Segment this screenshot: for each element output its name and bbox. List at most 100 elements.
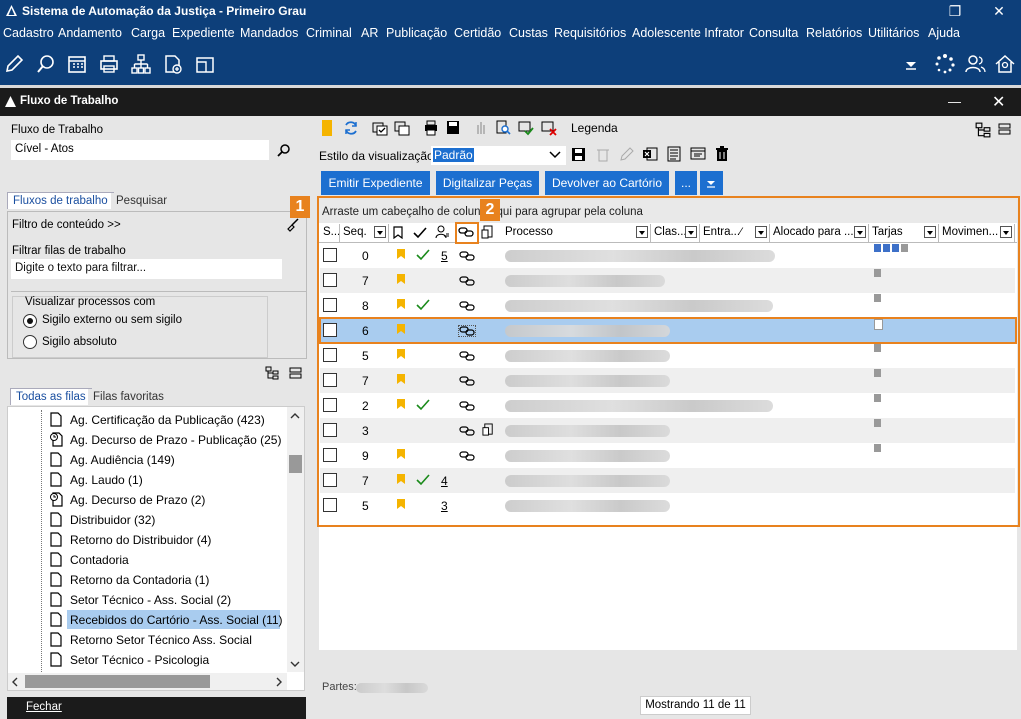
menu-consulta[interactable]: Consulta — [749, 26, 798, 40]
scroll-down-icon[interactable] — [290, 660, 300, 668]
panel-minimize-button[interactable]: — — [948, 94, 961, 109]
queue-item[interactable]: Ag. Decurso de Prazo - Publicação (25) — [70, 433, 281, 447]
emitir-expediente-button[interactable]: Emitir Expediente — [321, 171, 430, 195]
check-doc-icon[interactable] — [518, 119, 534, 136]
visualizar-label: Visualizar processos com — [25, 296, 156, 308]
menu-andamento[interactable]: Andamento — [58, 26, 122, 40]
filtro-conteudo-toggle[interactable]: Filtro de conteúdo >> — [12, 219, 121, 231]
highlight-grid-box — [317, 196, 1020, 527]
excel-export-icon[interactable] — [642, 146, 658, 162]
menu-ar[interactable]: AR — [361, 26, 378, 40]
radio-sigilo-absoluto[interactable] — [23, 335, 37, 349]
more-actions-button[interactable]: ... — [675, 171, 697, 195]
queue-item[interactable]: Setor Técnico - Psicologia — [70, 653, 209, 667]
actions-dropdown-button[interactable] — [700, 171, 723, 195]
tab-todas-as-filas[interactable]: Todas as filas — [10, 388, 92, 405]
menu-custas[interactable]: Custas — [509, 26, 548, 40]
estilo-select[interactable]: Padrão — [431, 146, 566, 165]
fluxo-field[interactable]: Cível - Atos — [11, 140, 269, 160]
check-windows-icon[interactable] — [372, 120, 388, 136]
queue-item[interactable]: Distribuidor (32) — [70, 513, 155, 527]
tab-filas-favoritas[interactable]: Filas favoritas — [88, 389, 169, 405]
scroll-up-icon[interactable] — [290, 412, 300, 420]
save-icon[interactable] — [571, 147, 586, 162]
queue-item[interactable]: Ag. Laudo (1) — [70, 473, 143, 487]
app-logo-icon — [6, 5, 17, 16]
digitalizar-pecas-button[interactable]: Digitalizar Peças — [436, 171, 539, 195]
horizontal-scrollbar-thumb[interactable] — [25, 675, 210, 688]
calendar-icon[interactable] — [66, 53, 88, 75]
queue-item[interactable]: Retorno do Distribuidor (4) — [70, 533, 211, 547]
annotation-badge-1: 1 — [290, 196, 310, 218]
expand-tree-icon[interactable] — [975, 122, 991, 138]
menu-requisitorios[interactable]: Requisitórios — [554, 26, 626, 40]
search-document-icon[interactable] — [35, 53, 57, 75]
legenda-label[interactable]: Legenda — [571, 121, 618, 135]
menu-adolescente-infrator[interactable]: Adolescente Infrator — [632, 26, 744, 40]
edit-pencil-icon[interactable] — [3, 53, 25, 75]
document-icon — [50, 592, 62, 607]
trash-icon[interactable] — [715, 146, 729, 162]
users-icon[interactable] — [964, 53, 986, 75]
collapse-tree-icon[interactable] — [289, 367, 302, 379]
vertical-scrollbar[interactable] — [287, 407, 304, 672]
menu-utilitarios[interactable]: Utilitários — [868, 26, 919, 40]
menu-certidao[interactable]: Certidão — [454, 26, 501, 40]
windows-icon[interactable] — [394, 120, 410, 136]
radio-sigilo-externo[interactable] — [23, 314, 37, 328]
search-doc-icon[interactable] — [495, 119, 511, 136]
printer-icon[interactable] — [98, 53, 120, 75]
menu-criminal[interactable]: Criminal — [306, 26, 352, 40]
document-lines-icon[interactable] — [667, 146, 681, 162]
home-user-icon[interactable] — [994, 53, 1016, 75]
scroll-left-icon[interactable] — [11, 677, 19, 687]
workflow-panel-header: Fluxo de Trabalho — ✕ — [0, 88, 1021, 116]
queue-item-selected[interactable]: Recebidos do Cartório - Ass. Social (11) — [70, 613, 283, 627]
expand-tree-icon[interactable] — [265, 366, 279, 380]
window-export-icon[interactable] — [690, 146, 706, 162]
search-icon[interactable] — [277, 143, 291, 157]
pencil-disabled-icon — [620, 147, 634, 161]
tab-pesquisar[interactable]: Pesquisar — [111, 193, 173, 209]
menu-mandados[interactable]: Mandados — [240, 26, 298, 40]
window-close-button[interactable]: ✕ — [976, 0, 1021, 23]
panel-close-button[interactable]: ✕ — [992, 92, 1005, 112]
close-button[interactable]: Fechar — [7, 697, 306, 719]
broom-icon[interactable] — [286, 218, 300, 232]
cancel-doc-icon[interactable] — [541, 119, 557, 136]
save-stack-icon[interactable] — [445, 119, 461, 136]
menu-cadastro[interactable]: Cadastro — [3, 26, 54, 40]
menu-expediente[interactable]: Expediente — [172, 26, 235, 40]
queue-item[interactable]: Retorno da Contadoria (1) — [70, 573, 209, 587]
vertical-scrollbar-thumb[interactable] — [289, 455, 302, 473]
dropdown-arrow-icon[interactable] — [900, 53, 922, 75]
clock-document-icon — [50, 432, 63, 447]
menu-ajuda[interactable]: Ajuda — [928, 26, 960, 40]
org-chart-icon[interactable] — [130, 53, 152, 75]
folder-building-icon[interactable] — [194, 53, 216, 75]
estilo-select-value: Padrão — [433, 148, 474, 162]
refresh-icon[interactable] — [343, 120, 359, 136]
queue-item[interactable]: Ag. Certificação da Publicação (423) — [70, 413, 265, 427]
queue-item[interactable]: Ag. Decurso de Prazo (2) — [70, 493, 205, 507]
collapse-tree-icon[interactable] — [998, 123, 1011, 135]
menu-publicacao[interactable]: Publicação — [386, 26, 447, 40]
queue-item[interactable]: Ag. Audiência (149) — [70, 453, 175, 467]
partes-value-redacted — [356, 683, 428, 693]
radio-sigilo-absoluto-label: Sigilo absoluto — [42, 336, 117, 348]
queue-item[interactable]: Contadoria — [70, 553, 129, 567]
filtrar-filas-label: Filtrar filas de trabalho — [12, 245, 126, 257]
devolver-cartorio-button[interactable]: Devolver ao Cartório — [545, 171, 669, 195]
menu-carga[interactable]: Carga — [131, 26, 165, 40]
print-lock-icon[interactable] — [423, 119, 439, 136]
status-count: Mostrando 11 de 11 — [640, 696, 751, 715]
filtrar-filas-input[interactable]: Digite o texto para filtrar... — [11, 259, 282, 279]
restore-button[interactable]: ❐ — [932, 0, 978, 23]
flag-yellow-icon[interactable] — [322, 120, 332, 136]
queue-item[interactable]: Setor Técnico - Ass. Social (2) — [70, 593, 231, 607]
scroll-right-icon[interactable] — [275, 677, 283, 687]
tab-fluxos-de-trabalho[interactable]: Fluxos de trabalho — [7, 192, 114, 209]
queue-item[interactable]: Retorno Setor Técnico Ass. Social — [70, 633, 252, 647]
menu-relatorios[interactable]: Relatórios — [806, 26, 862, 40]
add-document-icon[interactable] — [162, 53, 184, 75]
